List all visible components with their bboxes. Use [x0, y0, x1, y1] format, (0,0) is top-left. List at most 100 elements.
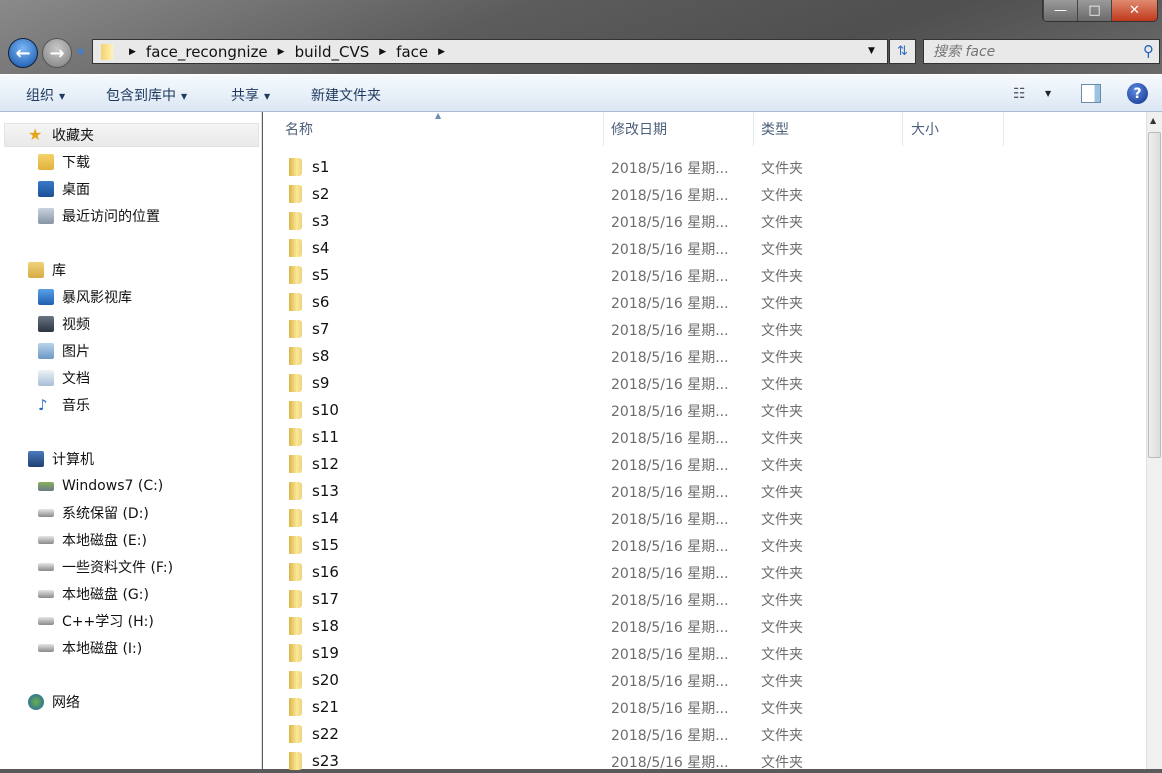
file-row[interactable]: s19 2018/5/16 星期... 文件夹: [263, 641, 1146, 665]
sidebar-label: 暴风影视库: [62, 290, 132, 306]
share-button[interactable]: 共享 ▼: [231, 85, 270, 105]
chevron-right-icon[interactable]: ▶: [438, 47, 445, 57]
file-type: 文件夹: [761, 728, 803, 744]
search-icon[interactable]: ⚲: [1143, 42, 1154, 60]
sidebar-item-recent-places[interactable]: 最近访问的位置: [38, 204, 160, 228]
window-controls: — □ ✕: [1042, 0, 1158, 22]
sidebar-drive-e[interactable]: 本地磁盘 (E:): [38, 528, 147, 552]
file-row[interactable]: s14 2018/5/16 星期... 文件夹: [263, 506, 1146, 530]
folder-icon: [289, 374, 302, 392]
maximize-button[interactable]: □: [1077, 0, 1111, 21]
sidebar-item-desktop[interactable]: 桌面: [38, 177, 90, 201]
file-row[interactable]: s18 2018/5/16 星期... 文件夹: [263, 614, 1146, 638]
folder-icon: [101, 43, 113, 60]
file-row[interactable]: s13 2018/5/16 星期... 文件夹: [263, 479, 1146, 503]
organize-button[interactable]: 组织 ▼: [26, 85, 65, 105]
file-name: s11: [312, 428, 339, 446]
sidebar-label: 本地磁盘 (E:): [62, 533, 147, 549]
file-row[interactable]: s3 2018/5/16 星期... 文件夹: [263, 209, 1146, 233]
scrollbar-thumb[interactable]: [1148, 132, 1161, 458]
file-row[interactable]: s4 2018/5/16 星期... 文件夹: [263, 236, 1146, 260]
sidebar-drive-c[interactable]: Windows7 (C:): [38, 474, 163, 498]
view-options-dropdown[interactable]: ▼: [1045, 89, 1051, 98]
file-modified: 2018/5/16 星期...: [611, 458, 729, 474]
sidebar-item-pictures[interactable]: 图片: [38, 339, 90, 363]
breadcrumb-build-cvs[interactable]: build_CVS: [295, 43, 370, 61]
file-row[interactable]: s10 2018/5/16 星期... 文件夹: [263, 398, 1146, 422]
file-type: 文件夹: [761, 620, 803, 636]
sidebar-drive-g[interactable]: 本地磁盘 (G:): [38, 582, 149, 606]
recent-pages-dropdown[interactable]: ▼: [77, 48, 84, 58]
sidebar-favorites[interactable]: ★ 收藏夹: [4, 123, 259, 147]
file-name: s14: [312, 509, 339, 527]
folder-icon: [289, 590, 302, 608]
close-button[interactable]: ✕: [1111, 0, 1157, 21]
view-details-icon[interactable]: ☷: [1013, 86, 1026, 102]
column-header-type[interactable]: 类型: [753, 112, 903, 146]
file-row[interactable]: s8 2018/5/16 星期... 文件夹: [263, 344, 1146, 368]
file-row[interactable]: s2 2018/5/16 星期... 文件夹: [263, 182, 1146, 206]
address-bar[interactable]: ▶ face_recongnize ▶ build_CVS ▶ face ▶: [92, 39, 888, 64]
back-button[interactable]: ←: [8, 38, 38, 68]
chevron-right-icon[interactable]: ▶: [379, 47, 386, 57]
file-row[interactable]: s20 2018/5/16 星期... 文件夹: [263, 668, 1146, 692]
breadcrumb-face[interactable]: face: [396, 43, 428, 61]
sidebar-item-videos[interactable]: 视频: [38, 312, 90, 336]
breadcrumb-face-recongnize[interactable]: face_recongnize: [146, 43, 268, 61]
search-box[interactable]: ⚲: [923, 39, 1160, 64]
chevron-right-icon[interactable]: ▶: [129, 47, 136, 57]
refresh-button[interactable]: ⇅: [889, 39, 916, 64]
file-row[interactable]: s23 2018/5/16 星期... 文件夹: [263, 749, 1146, 773]
column-header-size[interactable]: 大小: [903, 112, 1004, 146]
file-row[interactable]: s17 2018/5/16 星期... 文件夹: [263, 587, 1146, 611]
file-row[interactable]: s22 2018/5/16 星期... 文件夹: [263, 722, 1146, 746]
sidebar-drive-d[interactable]: 系统保留 (D:): [38, 501, 149, 525]
sidebar-drive-i[interactable]: 本地磁盘 (I:): [38, 636, 142, 660]
file-row[interactable]: s5 2018/5/16 星期... 文件夹: [263, 263, 1146, 287]
file-modified: 2018/5/16 星期...: [611, 404, 729, 420]
column-header-name[interactable]: 名称: [277, 112, 604, 146]
file-row[interactable]: s6 2018/5/16 星期... 文件夹: [263, 290, 1146, 314]
sidebar-drive-h[interactable]: C++学习 (H:): [38, 609, 154, 633]
sidebar-item-music[interactable]: ♪ 音乐: [38, 393, 90, 417]
sidebar-computer[interactable]: 计算机: [28, 447, 94, 471]
column-header-modified[interactable]: 修改日期: [603, 112, 754, 146]
file-name: s4: [312, 239, 330, 257]
documents-icon: [38, 370, 54, 386]
forward-button[interactable]: →: [42, 38, 72, 68]
file-type: 文件夹: [761, 377, 803, 393]
file-row[interactable]: s15 2018/5/16 星期... 文件夹: [263, 533, 1146, 557]
sidebar-item-downloads[interactable]: 下载: [38, 150, 90, 174]
file-row[interactable]: s7 2018/5/16 星期... 文件夹: [263, 317, 1146, 341]
file-row[interactable]: s1 2018/5/16 星期... 文件夹: [263, 155, 1146, 179]
file-name: s12: [312, 455, 339, 473]
chevron-right-icon[interactable]: ▶: [278, 47, 285, 57]
sidebar-label: 桌面: [62, 182, 90, 198]
minimize-button[interactable]: —: [1043, 0, 1077, 21]
folder-icon: [289, 428, 302, 446]
star-icon: ★: [28, 125, 43, 144]
sidebar-label: 下载: [62, 155, 90, 171]
sidebar-item-documents[interactable]: 文档: [38, 366, 90, 390]
help-icon[interactable]: ?: [1127, 83, 1148, 104]
drive-icon: [38, 509, 54, 517]
sidebar-drive-f[interactable]: 一些资料文件 (F:): [38, 555, 173, 579]
include-in-library-button[interactable]: 包含到库中 ▼: [106, 85, 187, 105]
scroll-up-arrow-icon[interactable]: ▲: [1150, 116, 1156, 125]
search-input[interactable]: [933, 43, 1133, 60]
file-row[interactable]: s21 2018/5/16 星期... 文件夹: [263, 695, 1146, 719]
caret-down-icon: ▼: [181, 91, 188, 101]
sidebar-network[interactable]: 网络: [28, 690, 80, 714]
sidebar-item-baofeng[interactable]: 暴风影视库: [38, 285, 132, 309]
vertical-scrollbar[interactable]: ▲: [1146, 112, 1162, 769]
preview-pane-icon[interactable]: [1081, 84, 1101, 103]
file-row[interactable]: s11 2018/5/16 星期... 文件夹: [263, 425, 1146, 449]
file-row[interactable]: s16 2018/5/16 星期... 文件夹: [263, 560, 1146, 584]
sidebar-libraries[interactable]: 库: [28, 258, 66, 282]
file-row[interactable]: s9 2018/5/16 星期... 文件夹: [263, 371, 1146, 395]
folder-icon: [289, 347, 302, 365]
file-type: 文件夹: [761, 674, 803, 690]
new-folder-button[interactable]: 新建文件夹: [311, 85, 381, 105]
file-row[interactable]: s12 2018/5/16 星期... 文件夹: [263, 452, 1146, 476]
address-history-dropdown[interactable]: ▼: [868, 46, 875, 56]
